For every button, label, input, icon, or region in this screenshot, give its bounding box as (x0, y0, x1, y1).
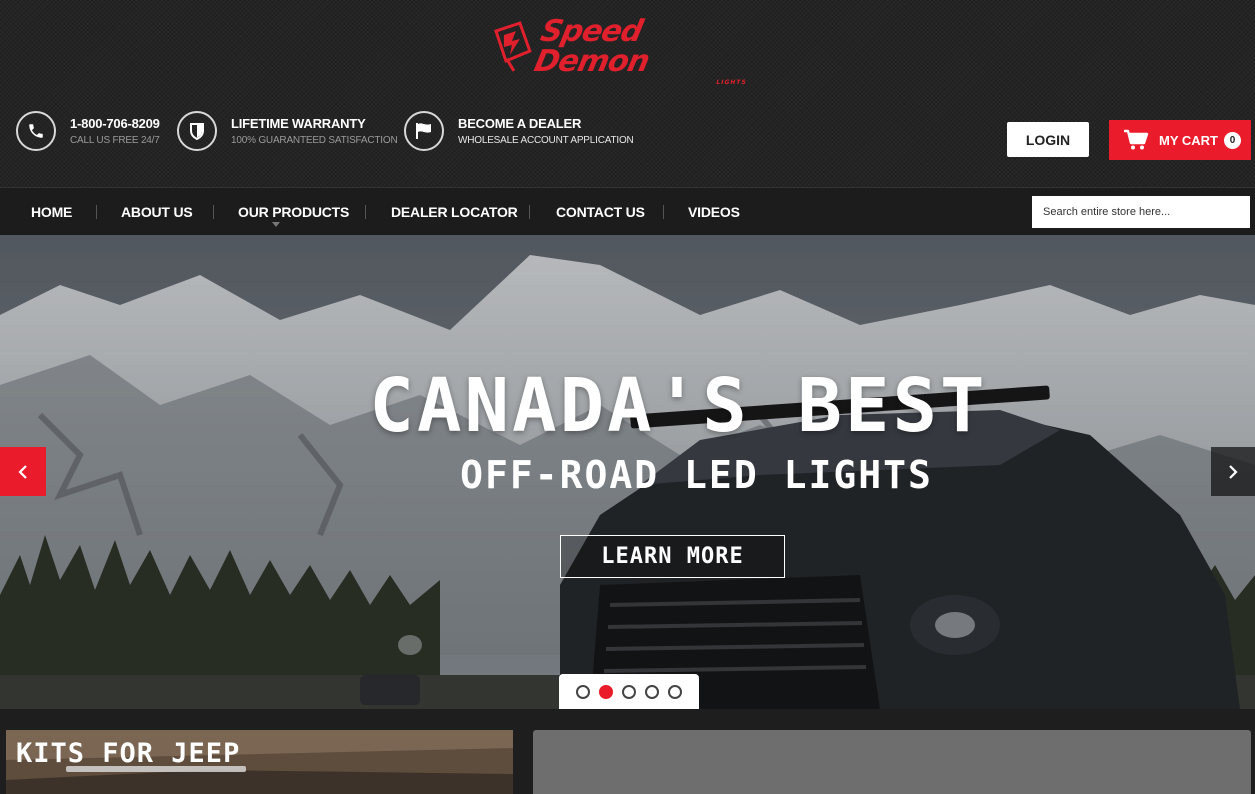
warranty-title: LIFETIME WARRANTY (231, 116, 366, 131)
slider-dot-5[interactable] (668, 684, 682, 699)
chevron-left-icon (18, 464, 27, 479)
nav-divider (96, 205, 97, 219)
brand-name-text: Speed Demon (531, 14, 652, 79)
nav-home[interactable]: HOME (31, 188, 72, 236)
cart-button[interactable]: MY CART 0 (1109, 120, 1251, 160)
dealer-info[interactable]: BECOME A DEALER WHOLESALE ACCOUNT APPLIC… (404, 111, 634, 151)
cart-count-badge: 0 (1223, 131, 1241, 149)
nav-videos[interactable]: VIDEOS (688, 188, 740, 236)
learn-more-button[interactable]: LEARN MORE (560, 535, 785, 578)
slider-pagination (559, 674, 699, 709)
nav-divider (365, 205, 366, 219)
nav-divider (529, 205, 530, 219)
warranty-sub: 100% GUARANTEED SATISFACTION (231, 135, 398, 146)
nav-divider (663, 205, 664, 219)
hero-slider: CANADA'S BEST OFF-ROAD LED LIGHTS LEARN … (0, 235, 1255, 709)
phone-sub: CALL US FREE 24/7 (70, 135, 160, 146)
nav-our-products[interactable]: OUR PRODUCTS (238, 188, 349, 236)
nav-divider (213, 205, 214, 219)
shield-icon (177, 111, 217, 151)
slider-dot-3[interactable] (622, 684, 636, 699)
flag-icon (404, 111, 444, 151)
cart-icon (1124, 129, 1149, 150)
slider-dot-1[interactable] (576, 684, 590, 699)
slider-next-button[interactable] (1211, 447, 1255, 496)
login-button[interactable]: LOGIN (1007, 122, 1089, 157)
brand-logo[interactable]: Speed Demon LIGHTS (490, 14, 760, 86)
nav-contact-us[interactable]: CONTACT US (556, 188, 645, 236)
brand-name: Speed Demon LIGHTS (531, 14, 766, 86)
nav-about-us[interactable]: ABOUT US (121, 188, 193, 236)
phone-info[interactable]: 1-800-706-8209 CALL US FREE 24/7 (16, 111, 160, 151)
promo-jeep-title: KITS FOR JEEP (16, 738, 241, 769)
chevron-right-icon (1229, 464, 1238, 479)
slider-dot-4[interactable] (645, 684, 659, 699)
products-caret-icon (272, 222, 280, 227)
nav-dealer-locator[interactable]: DEALER LOCATOR (391, 188, 518, 236)
brand-sub: LIGHTS (715, 79, 748, 86)
search-input[interactable] (1032, 196, 1250, 228)
slider-dot-2[interactable] (599, 684, 613, 699)
logo-mark-icon (494, 21, 532, 72)
phone-icon (16, 111, 56, 151)
phone-number: 1-800-706-8209 (70, 116, 160, 131)
cart-label: MY CART (1159, 132, 1218, 148)
hero-title: CANADA'S BEST (369, 363, 988, 449)
dealer-title: BECOME A DEALER (458, 116, 582, 131)
slider-prev-button[interactable] (0, 447, 46, 496)
hero-subtitle: OFF-ROAD LED LIGHTS (460, 453, 933, 497)
promo-placeholder-panel[interactable] (533, 730, 1251, 794)
warranty-info[interactable]: LIFETIME WARRANTY 100% GUARANTEED SATISF… (177, 111, 398, 151)
site-header: Speed Demon LIGHTS 1-800-706-8209 CALL U… (0, 0, 1255, 187)
promo-jeep-kits[interactable]: KITS FOR JEEP (6, 730, 513, 794)
dealer-sub: WHOLESALE ACCOUNT APPLICATION (458, 135, 634, 146)
